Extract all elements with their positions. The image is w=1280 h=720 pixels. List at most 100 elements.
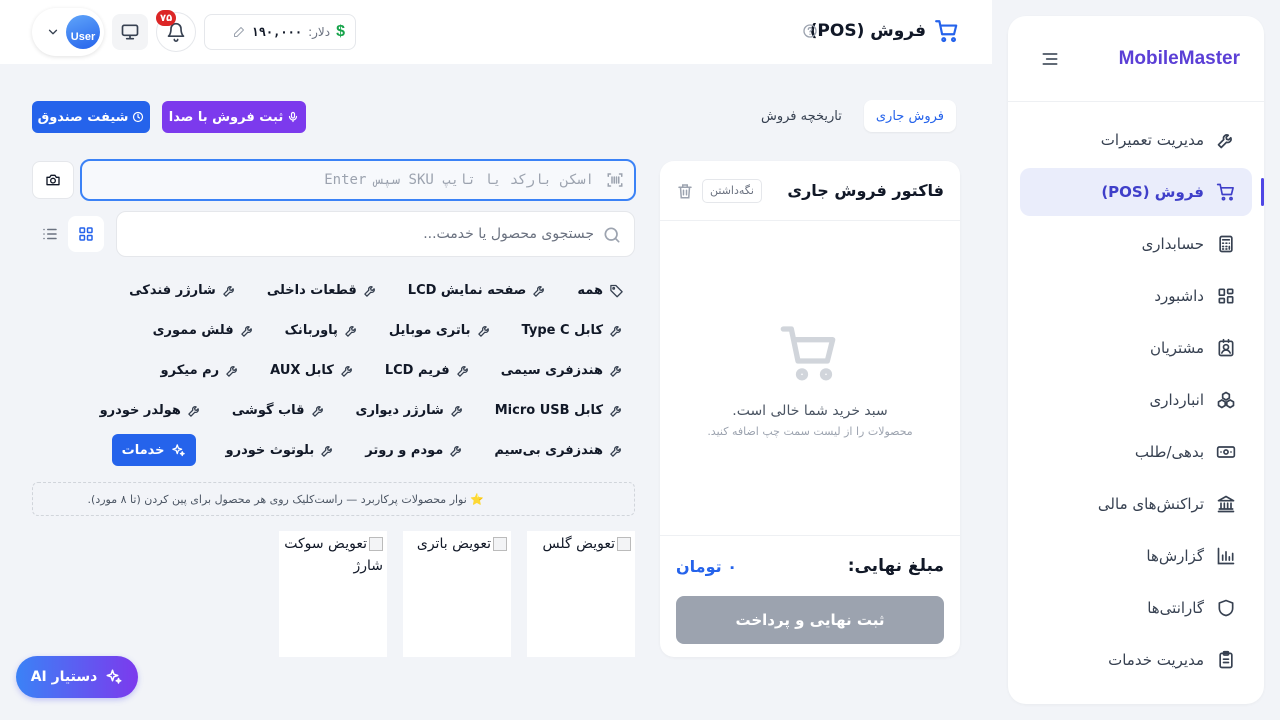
trash-icon[interactable]: [676, 182, 694, 200]
sidebar-item-warranties[interactable]: گارانتی‌ها: [1020, 584, 1252, 632]
page-title: فروش (POS): [810, 18, 960, 44]
invoice-panel: فاکتور فروش جاری نگه‌داشتن سبد خرید شما …: [660, 161, 960, 657]
grid-view-button[interactable]: [68, 216, 104, 252]
category-chip[interactable]: فریم LCD: [385, 363, 471, 378]
category-chip[interactable]: شارژر دیواری: [356, 403, 465, 418]
user-menu[interactable]: User: [32, 8, 104, 56]
tab-sales-history[interactable]: تاریخچه فروش: [749, 100, 854, 132]
sidebar-nav: مدیریت تعمیرات فروش (POS) حسابداری داشبو…: [1008, 102, 1264, 684]
chevron-down-icon: [46, 25, 60, 39]
barcode-scan-icon: [606, 171, 624, 189]
exchange-rate-box[interactable]: $ دلار: ۱۹۰,۰۰۰: [204, 14, 356, 50]
bank-icon: [1216, 494, 1236, 514]
category-chip-label: کابل Type C: [521, 322, 603, 338]
voice-sale-label: ثبت فروش با صدا: [168, 109, 284, 125]
help-icon[interactable]: [802, 23, 818, 39]
category-chip[interactable]: کابل Micro USB: [495, 403, 624, 418]
sidebar-item-accounting[interactable]: حسابداری: [1020, 220, 1252, 268]
category-chip[interactable]: مودم و روتر: [365, 443, 464, 458]
invoice-header: فاکتور فروش جاری نگه‌داشتن: [660, 161, 960, 221]
wrench-icon: [311, 403, 326, 418]
category-chip[interactable]: بلوتوث خودرو: [226, 443, 336, 458]
sidebar: MobileMaster مدیریت تعمیرات فروش (POS) ح…: [1008, 16, 1264, 704]
wrench-icon: [344, 323, 359, 338]
product-card[interactable]: تعویض گلس: [527, 531, 635, 657]
product-card[interactable]: تعویض باتری: [403, 531, 511, 657]
sidebar-item-services[interactable]: مدیریت خدمات: [1020, 636, 1252, 684]
category-filters: همه صفحه نمایش LCD قطعات داخلی شارژر فندکی ک…: [100, 270, 624, 470]
rate-label: دلار:: [308, 25, 331, 39]
category-chip[interactable]: شارژر فندکی: [129, 283, 237, 298]
ai-assistant-button[interactable]: دستیار AI: [16, 656, 138, 698]
wrench-icon: [609, 363, 624, 378]
product-card[interactable]: تعویض سوکت شارژ: [279, 531, 387, 657]
cash-shift-label: شیفت صندوق: [37, 109, 129, 125]
invoice-title: فاکتور فروش جاری: [787, 181, 944, 200]
category-chip[interactable]: قطعات داخلی: [267, 283, 378, 298]
hold-invoice-button[interactable]: نگه‌داشتن: [702, 178, 762, 203]
sidebar-item-dashboard[interactable]: داشبورد: [1020, 272, 1252, 320]
sale-tabs: فروش جاری تاریخچه فروش: [749, 100, 956, 132]
category-chip[interactable]: رم میکرو: [161, 363, 241, 378]
category-chip[interactable]: پاوربانک: [285, 323, 359, 338]
category-chip[interactable]: کابل Type C: [522, 323, 624, 338]
category-chip-services[interactable]: خدمات: [111, 434, 196, 466]
dollar-icon: $: [336, 23, 345, 40]
tab-current-sale[interactable]: فروش جاری: [863, 100, 956, 132]
sidebar-item-label: گزارش‌ها: [1146, 547, 1204, 565]
display-mode-button[interactable]: [112, 14, 148, 50]
sidebar-item-label: گارانتی‌ها: [1147, 599, 1204, 617]
sidebar-item-reports[interactable]: گزارش‌ها: [1020, 532, 1252, 580]
sidebar-item-debts[interactable]: بدهی/طلب: [1020, 428, 1252, 476]
category-chip[interactable]: کابل AUX: [270, 363, 355, 378]
pencil-icon[interactable]: [233, 26, 245, 38]
notification-badge: ۷۵: [156, 10, 177, 26]
cart-icon: [1216, 182, 1236, 202]
voice-sale-button[interactable]: ثبت فروش با صدا: [162, 101, 306, 133]
sidebar-item-inventory[interactable]: انبارداری: [1020, 376, 1252, 424]
category-chip[interactable]: هندزفری بی‌سیم: [494, 443, 624, 458]
barcode-input[interactable]: [80, 159, 636, 201]
broken-image-icon: [617, 537, 631, 551]
category-chip[interactable]: باتری موبایل: [389, 323, 492, 338]
category-chip[interactable]: هندزفری سیمی: [501, 363, 624, 378]
category-chip[interactable]: هولدر خودرو: [100, 403, 202, 418]
wrench-icon: [240, 323, 255, 338]
category-chip-label: کابل AUX: [270, 362, 334, 378]
category-chip-label: مودم و روتر: [365, 442, 444, 458]
wrench-icon: [363, 283, 378, 298]
sidebar-item-pos[interactable]: فروش (POS): [1020, 168, 1264, 216]
product-search-input[interactable]: [117, 212, 634, 256]
sidebar-item-label: انبارداری: [1149, 391, 1204, 409]
sidebar-item-label: فروش (POS): [1101, 183, 1204, 201]
empty-cart-hint: محصولات را از لیست سمت چپ اضافه کنید.: [707, 425, 913, 438]
empty-cart: سبد خرید شما خالی است. محصولات را از لیس…: [660, 321, 960, 438]
category-chip-label: هندزفری سیمی: [500, 362, 603, 378]
broken-image-icon: [493, 537, 507, 551]
category-chip[interactable]: قاب گوشی: [232, 403, 326, 418]
wrench-icon: [609, 323, 624, 338]
category-chip[interactable]: فلش مموری: [153, 323, 255, 338]
category-chip-label: شارژر فندکی: [129, 282, 216, 298]
app-logo: MobileMaster: [1118, 47, 1240, 69]
sidebar-item-customers[interactable]: مشتریان: [1020, 324, 1252, 372]
wrench-icon: [340, 363, 355, 378]
sidebar-item-label: مدیریت تعمیرات: [1100, 131, 1204, 149]
product-card-title: تعویض گلس: [542, 536, 615, 552]
sidebar-item-transactions[interactable]: تراکنش‌های مالی: [1020, 480, 1252, 528]
cash-shift-button[interactable]: شیفت صندوق: [32, 101, 150, 133]
category-chip[interactable]: صفحه نمایش LCD: [408, 283, 548, 298]
wrench-icon: [449, 443, 464, 458]
sidebar-item-repairs[interactable]: مدیریت تعمیرات: [1020, 116, 1252, 164]
category-chip-label: پاوربانک: [284, 322, 338, 338]
camera-scan-button[interactable]: [32, 161, 74, 199]
wrench-icon: [532, 283, 547, 298]
category-chip-all[interactable]: همه: [577, 283, 624, 298]
sidebar-item-label: داشبورد: [1154, 287, 1204, 305]
finalize-payment-button[interactable]: ثبت نهایی و پرداخت: [676, 596, 944, 644]
boxes-icon: [1216, 390, 1236, 410]
menu-toggle-icon[interactable]: [1040, 49, 1060, 69]
list-view-button[interactable]: [32, 216, 68, 252]
sidebar-header: MobileMaster: [1008, 16, 1264, 102]
category-chip-label: شارژر دیواری: [355, 402, 444, 418]
